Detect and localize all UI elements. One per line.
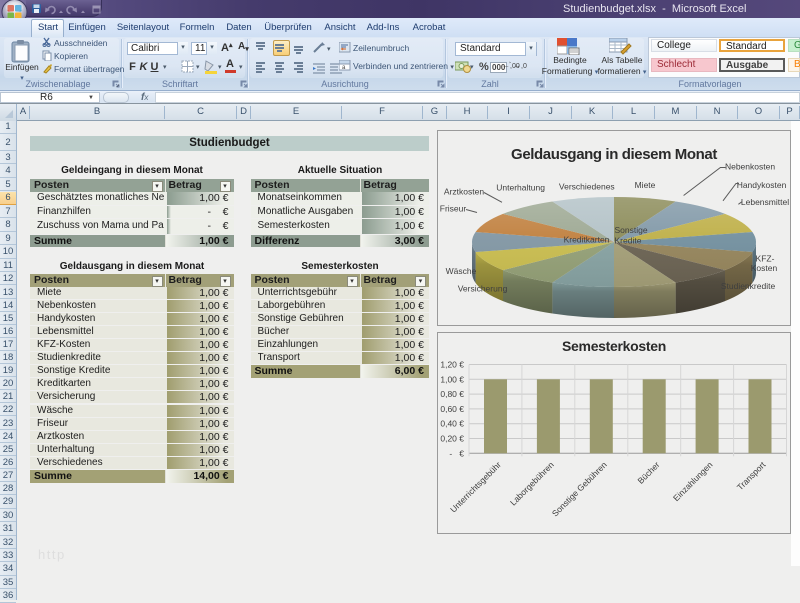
svg-text:Kosten: Kosten [751,263,778,273]
svg-text:KFZ-: KFZ- [756,254,775,264]
svg-text:0,40 €: 0,40 € [440,419,464,429]
svg-text:Kreditkarten: Kreditkarten [564,235,610,245]
svg-text:Einzahlungen: Einzahlungen [671,459,715,503]
svg-text:0,60 €: 0,60 € [440,404,464,414]
svg-text:Laborgebühren: Laborgebühren [508,459,556,507]
svg-text:0,80 €: 0,80 € [440,389,464,399]
svg-text:Wäsche: Wäsche [446,266,477,276]
svg-text:1,00 €: 1,00 € [440,374,464,384]
svg-text:Versicherung: Versicherung [458,284,508,294]
svg-text:Nebenkosten: Nebenkosten [725,162,775,172]
svg-text:Miete: Miete [635,180,656,190]
svg-text:- €: - € [449,448,464,458]
svg-text:Unterhaltung: Unterhaltung [496,183,545,193]
svg-text:Lebensmittel: Lebensmittel [741,197,789,207]
svg-text:Sonstige Gebühren: Sonstige Gebühren [550,459,609,518]
svg-text:Unterrichtsgebühr: Unterrichtsgebühr [448,460,503,515]
svg-text:Studienkredite: Studienkredite [721,281,776,291]
svg-text:Bücher: Bücher [635,460,661,486]
svg-text:Handykosten: Handykosten [737,180,787,190]
svg-text:Sonstige: Sonstige [615,225,648,235]
svg-text:Transport: Transport [735,459,768,492]
svg-text:Arztkosten: Arztkosten [444,187,484,197]
svg-text:Friseur: Friseur [440,203,467,213]
svg-text:0,20 €: 0,20 € [440,434,464,444]
svg-text:Kredite: Kredite [615,235,642,245]
svg-text:Verschiedenes: Verschiedenes [559,182,615,192]
svg-text:1,20 €: 1,20 € [440,360,464,370]
